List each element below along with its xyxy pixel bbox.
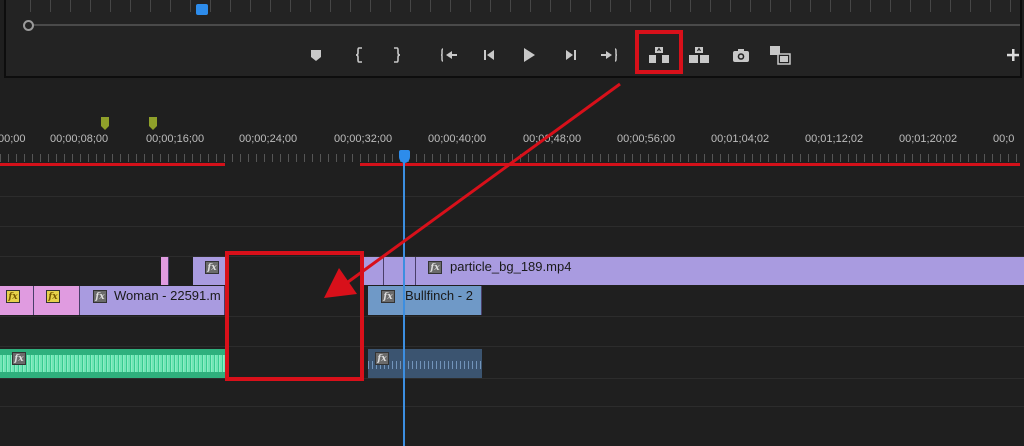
gap-highlight-box (225, 251, 364, 381)
timecode-label: 00;01;04;02 (711, 133, 770, 145)
timecode-label: 00;01;20;02 (899, 133, 958, 145)
step-forward-icon (566, 50, 576, 60)
video-clip-particle[interactable]: fx particle_bg_189.mp4 (416, 257, 1024, 285)
track-divider (0, 406, 1024, 407)
timeline-marker[interactable] (100, 117, 110, 131)
add-button-icon (1007, 49, 1019, 61)
go-to-out-icon (601, 48, 618, 62)
timecode-label: 00;00 (0, 133, 26, 145)
export-frame-icon (733, 49, 749, 62)
audio-clip[interactable]: fx (368, 349, 482, 378)
track-divider (0, 316, 1024, 317)
fx-badge: fx (205, 261, 219, 274)
timeline-playhead-line (403, 162, 405, 446)
video-clip[interactable]: fx (193, 257, 226, 285)
mark-in-icon (355, 47, 362, 63)
fx-badge: fx (428, 261, 442, 274)
step-forward-button[interactable] (560, 44, 582, 66)
fx-badge: fx (12, 352, 26, 365)
add-marker-button[interactable] (305, 44, 327, 66)
clip-name: Bullfinch - 2 (405, 288, 473, 303)
fx-badge: fx (6, 290, 20, 303)
video-clip-bullfinch[interactable]: fx Bullfinch - 2 (368, 286, 482, 315)
mark-out-icon (394, 47, 401, 63)
monitor-scrub-start-handle[interactable] (23, 20, 34, 31)
monitor-scrub-bar[interactable] (26, 24, 1020, 26)
clip-name: Woman - 22591.m (114, 288, 221, 303)
fx-badge: fx (381, 290, 395, 303)
timecode-label: 00;00;24;00 (239, 133, 298, 145)
export-frame-button[interactable] (730, 44, 752, 66)
compare-view-icon (770, 46, 791, 65)
audio-clip[interactable]: fx (0, 349, 225, 378)
video-clip-woman[interactable]: fx Woman - 22591.m (80, 286, 225, 315)
timecode-label: 00;0 (993, 133, 1015, 145)
step-back-button[interactable] (478, 44, 500, 66)
mark-in-button[interactable] (349, 44, 371, 66)
work-area-bar[interactable] (0, 163, 225, 166)
play-icon (524, 48, 535, 62)
video-clip[interactable] (363, 257, 384, 285)
timecode-label: 00;01;12;02 (805, 133, 864, 145)
timecode-label: 00;00;56;00 (617, 133, 676, 145)
monitor-playhead[interactable] (196, 4, 208, 15)
go-to-out-button[interactable] (598, 44, 620, 66)
go-to-in-button[interactable] (438, 44, 460, 66)
play-button[interactable] (518, 44, 540, 66)
compare-view-button[interactable] (769, 44, 791, 66)
track-divider (0, 346, 1024, 347)
timeline-ruler-ticks[interactable] (0, 154, 1024, 162)
track-divider (0, 196, 1024, 197)
timeline-marker[interactable] (148, 117, 158, 131)
video-clip[interactable]: fx (34, 286, 80, 315)
fx-badge: fx (93, 290, 107, 303)
track-divider (0, 378, 1024, 379)
timeline-playhead[interactable] (399, 150, 410, 163)
add-marker-icon (311, 50, 321, 61)
timecode-label: 00;00;16;00 (146, 133, 205, 145)
fx-badge: fx (46, 290, 60, 303)
timecode-label: 00;00;32;00 (334, 133, 393, 145)
step-back-icon (484, 50, 494, 60)
add-button[interactable] (1002, 44, 1024, 66)
go-to-in-icon (440, 48, 457, 62)
timecode-label: 00;00;48;00 (523, 133, 582, 145)
timecode-label: 00;00;08;00 (50, 133, 109, 145)
clip-name: particle_bg_189.mp4 (450, 259, 572, 274)
audio-waveform (0, 355, 225, 372)
video-clip[interactable] (384, 257, 416, 285)
video-clip[interactable]: fx (0, 286, 34, 315)
track-divider (0, 226, 1024, 227)
mark-out-button[interactable] (385, 44, 407, 66)
work-area-bar[interactable] (360, 163, 1020, 166)
lift-button-highlight (635, 30, 683, 74)
extract-button[interactable] (688, 44, 710, 66)
fx-badge: fx (375, 352, 389, 365)
timecode-label: 00;00;40;00 (428, 133, 487, 145)
monitor-time-ruler[interactable] (30, 0, 1020, 12)
video-clip[interactable] (161, 257, 169, 285)
extract-icon (689, 47, 709, 63)
